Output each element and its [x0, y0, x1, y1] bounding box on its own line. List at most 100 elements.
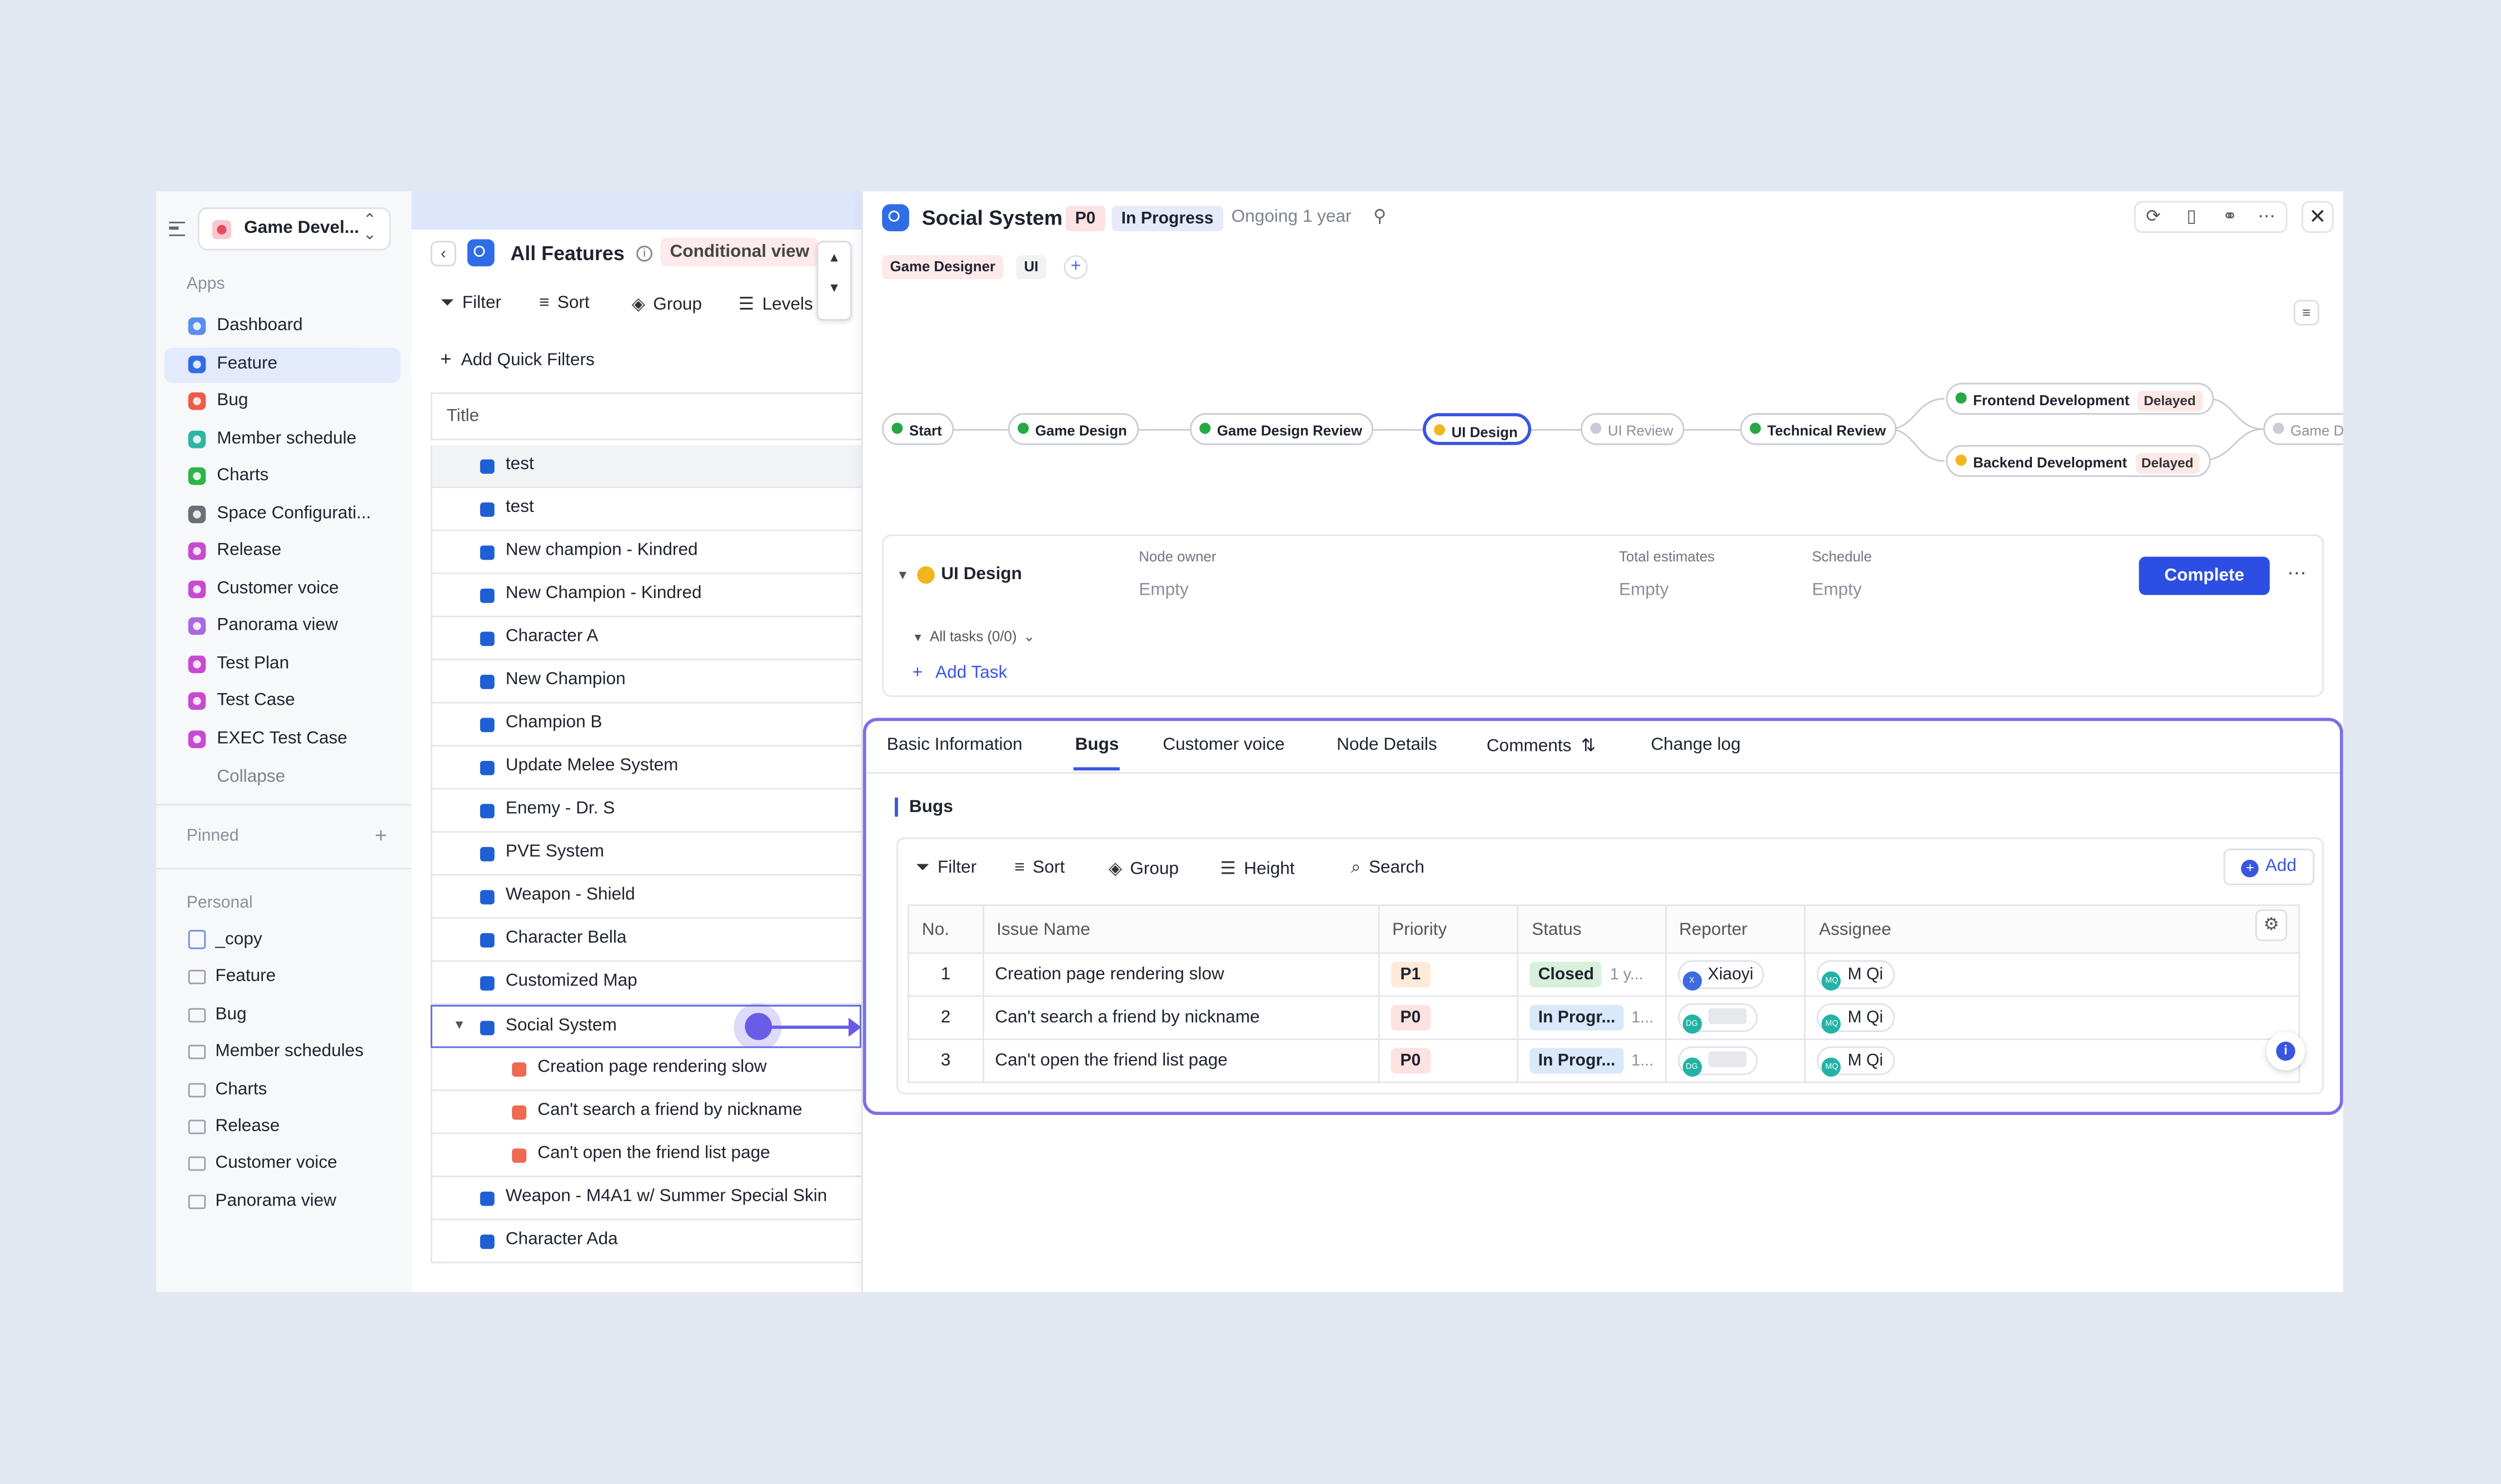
table-row[interactable]: Character Bella: [430, 919, 861, 962]
add-task-button[interactable]: + Add Task: [913, 664, 1008, 683]
column-header-status[interactable]: Status: [1517, 904, 1667, 954]
sidebar-item-release[interactable]: Release: [165, 534, 401, 569]
cell-status[interactable]: In Progr... 1...: [1517, 1038, 1667, 1083]
workflow-node-start[interactable]: Start: [882, 413, 953, 445]
node-collapse-caret-icon[interactable]: ▼: [896, 568, 909, 582]
sidebar-item-space-configurati[interactable]: Space Configurati...: [165, 497, 401, 532]
workflow-node-game-design-review[interactable]: Game Design Review: [1189, 413, 1374, 445]
personal-item-customer-voice[interactable]: Customer voice: [165, 1148, 401, 1183]
cell-reporter[interactable]: X Xiaoyi: [1665, 952, 1806, 997]
table-row[interactable]: Creation page rendering slow: [430, 1048, 861, 1092]
table-row[interactable]: New champion - Kindred: [430, 531, 861, 575]
tag-ui[interactable]: UI: [1016, 255, 1047, 280]
table-row[interactable]: Can't search a friend by nickname: [430, 1091, 861, 1134]
sidebar-item-feature[interactable]: Feature: [164, 347, 401, 382]
cell-assignee[interactable]: MQ M Qi: [1805, 1038, 2300, 1083]
personal-item-member-schedules[interactable]: Member schedules: [165, 1035, 401, 1070]
bugs-sort-button[interactable]: ≡ Sort: [1014, 858, 1065, 877]
cell-reporter[interactable]: DG: [1665, 1038, 1806, 1083]
table-row[interactable]: Update Melee System: [430, 746, 861, 790]
column-header-reporter[interactable]: Reporter: [1665, 904, 1806, 954]
table-row[interactable]: Can't open the friend list page: [430, 1134, 861, 1177]
personal-item-charts[interactable]: Charts: [165, 1073, 401, 1108]
sort-order-icon[interactable]: ⇅: [1581, 737, 1596, 756]
workflow-node-ui-review[interactable]: UI Review: [1581, 413, 1685, 445]
collapse-button[interactable]: Collapse: [217, 767, 285, 786]
bugs-height-button[interactable]: ☰ Height: [1220, 858, 1294, 879]
table-row[interactable]: New Champion - Kindred: [430, 574, 861, 617]
table-row[interactable]: Character A: [430, 617, 861, 661]
workflow-node-frontend-development[interactable]: Frontend Development Delayed: [1946, 382, 2214, 415]
link-icon[interactable]: ⚭: [2215, 206, 2244, 226]
workflow-settings-icon[interactable]: ≡: [2293, 300, 2319, 326]
tab-comments[interactable]: Comments ⇅: [1487, 735, 1596, 756]
status-badge[interactable]: In Progress: [1112, 206, 1223, 232]
table-settings-gear-icon[interactable]: ⚙: [2255, 909, 2288, 942]
personal-item-copy[interactable]: _copy: [165, 924, 401, 959]
table-row[interactable]: Weapon - M4A1 w/ Summer Special Skin: [430, 1177, 861, 1221]
sidebar-item-test-case[interactable]: Test Case: [165, 684, 401, 719]
cell-issue-name[interactable]: Can't open the friend list page: [982, 1038, 1380, 1083]
cell-issue-name[interactable]: Creation page rendering slow: [982, 952, 1380, 997]
sidebar-toggle-icon[interactable]: [169, 221, 185, 236]
complete-button[interactable]: Complete: [2139, 556, 2270, 595]
back-button[interactable]: ‹: [430, 241, 456, 267]
cell-assignee[interactable]: MQ M Qi: [1805, 995, 2300, 1040]
close-button[interactable]: ✕: [2301, 201, 2334, 233]
add-pinned-icon[interactable]: +: [375, 823, 387, 847]
sidebar-item-member-schedule[interactable]: Member schedule: [165, 422, 401, 457]
bookmark-icon[interactable]: ▯: [2177, 206, 2206, 226]
column-header-issue-name[interactable]: Issue Name: [982, 904, 1380, 954]
add-quick-filters-button[interactable]: + Add Quick Filters: [440, 348, 595, 370]
cell-priority[interactable]: P0: [1378, 995, 1519, 1040]
bugs-filter-button[interactable]: ⏷ Filter: [915, 858, 977, 879]
tab-customer-voice[interactable]: Customer voice: [1163, 735, 1284, 754]
table-row[interactable]: ▼ Social System: [430, 1003, 861, 1052]
tab-node-details[interactable]: Node Details: [1337, 735, 1437, 754]
table-row[interactable]: Character Ada: [430, 1220, 861, 1263]
personal-item-bug[interactable]: Bug: [165, 998, 401, 1033]
bugs-search-button[interactable]: ⌕ Search: [1351, 858, 1424, 879]
sidebar-item-customer-voice[interactable]: Customer voice: [165, 572, 401, 607]
info-icon[interactable]: i: [636, 245, 652, 262]
scroll-up-icon[interactable]: ▲: [818, 251, 850, 265]
scroll-arrows[interactable]: ▲ ▼: [816, 241, 852, 321]
filter-button[interactable]: ⏷ Filter: [440, 293, 501, 314]
table-row[interactable]: Weapon - Shield: [430, 875, 861, 919]
title-column-header[interactable]: Title: [430, 392, 861, 441]
add-bug-button[interactable]: + Add: [2223, 848, 2315, 885]
schedule-value[interactable]: Empty: [1812, 581, 1862, 600]
all-tasks-toggle[interactable]: ▼ All tasks (0/0) ⌄: [913, 629, 1035, 646]
cell-issue-name[interactable]: Can't search a friend by nickname: [982, 995, 1380, 1040]
cell-assignee[interactable]: MQ M Qi: [1805, 952, 2300, 997]
node-more-icon[interactable]: ⋯: [2287, 561, 2306, 584]
scroll-down-icon[interactable]: ▼: [818, 281, 850, 295]
table-row[interactable]: Champion B: [430, 703, 861, 747]
detail-title[interactable]: Social System: [922, 206, 1063, 230]
column-header-no[interactable]: No.: [907, 904, 984, 954]
column-header-assignee[interactable]: Assignee: [1805, 904, 2300, 954]
table-row[interactable]: PVE System: [430, 833, 861, 876]
conditional-view-badge[interactable]: Conditional view: [660, 237, 819, 267]
sidebar-item-dashboard[interactable]: Dashboard: [165, 310, 401, 345]
add-tag-button[interactable]: +: [1064, 255, 1088, 280]
cell-status[interactable]: In Progr... 1...: [1517, 995, 1667, 1040]
table-row[interactable]: 3 Can't open the friend list page P0 In Pro…: [907, 1038, 2300, 1083]
cell-priority[interactable]: P0: [1378, 1038, 1519, 1083]
column-header-priority[interactable]: Priority: [1378, 904, 1519, 954]
expand-caret-icon[interactable]: ▼: [453, 1018, 466, 1032]
personal-item-panorama-view[interactable]: Panorama view: [165, 1185, 401, 1220]
group-button[interactable]: ◈ Group: [631, 293, 701, 314]
table-row[interactable]: 1 Creation page rendering slow P1 Closed 1 y…: [907, 952, 2300, 997]
sidebar-item-bug[interactable]: Bug: [165, 385, 401, 420]
share-icon[interactable]: ⟳: [2139, 206, 2168, 226]
total-estimates-value[interactable]: Empty: [1619, 581, 1669, 600]
personal-item-feature[interactable]: Feature: [165, 961, 401, 996]
more-icon[interactable]: ⋯: [2252, 206, 2281, 226]
workflow-node-game-d[interactable]: Game D: [2263, 413, 2343, 445]
table-row[interactable]: Customized Map: [430, 962, 861, 1005]
sidebar-item-charts[interactable]: Charts: [165, 460, 401, 495]
table-row[interactable]: test: [430, 445, 861, 489]
bugs-group-button[interactable]: ◈ Group: [1109, 858, 1179, 879]
workspace-switcher[interactable]: Game Devel... ⌃ ⌄: [197, 207, 391, 251]
